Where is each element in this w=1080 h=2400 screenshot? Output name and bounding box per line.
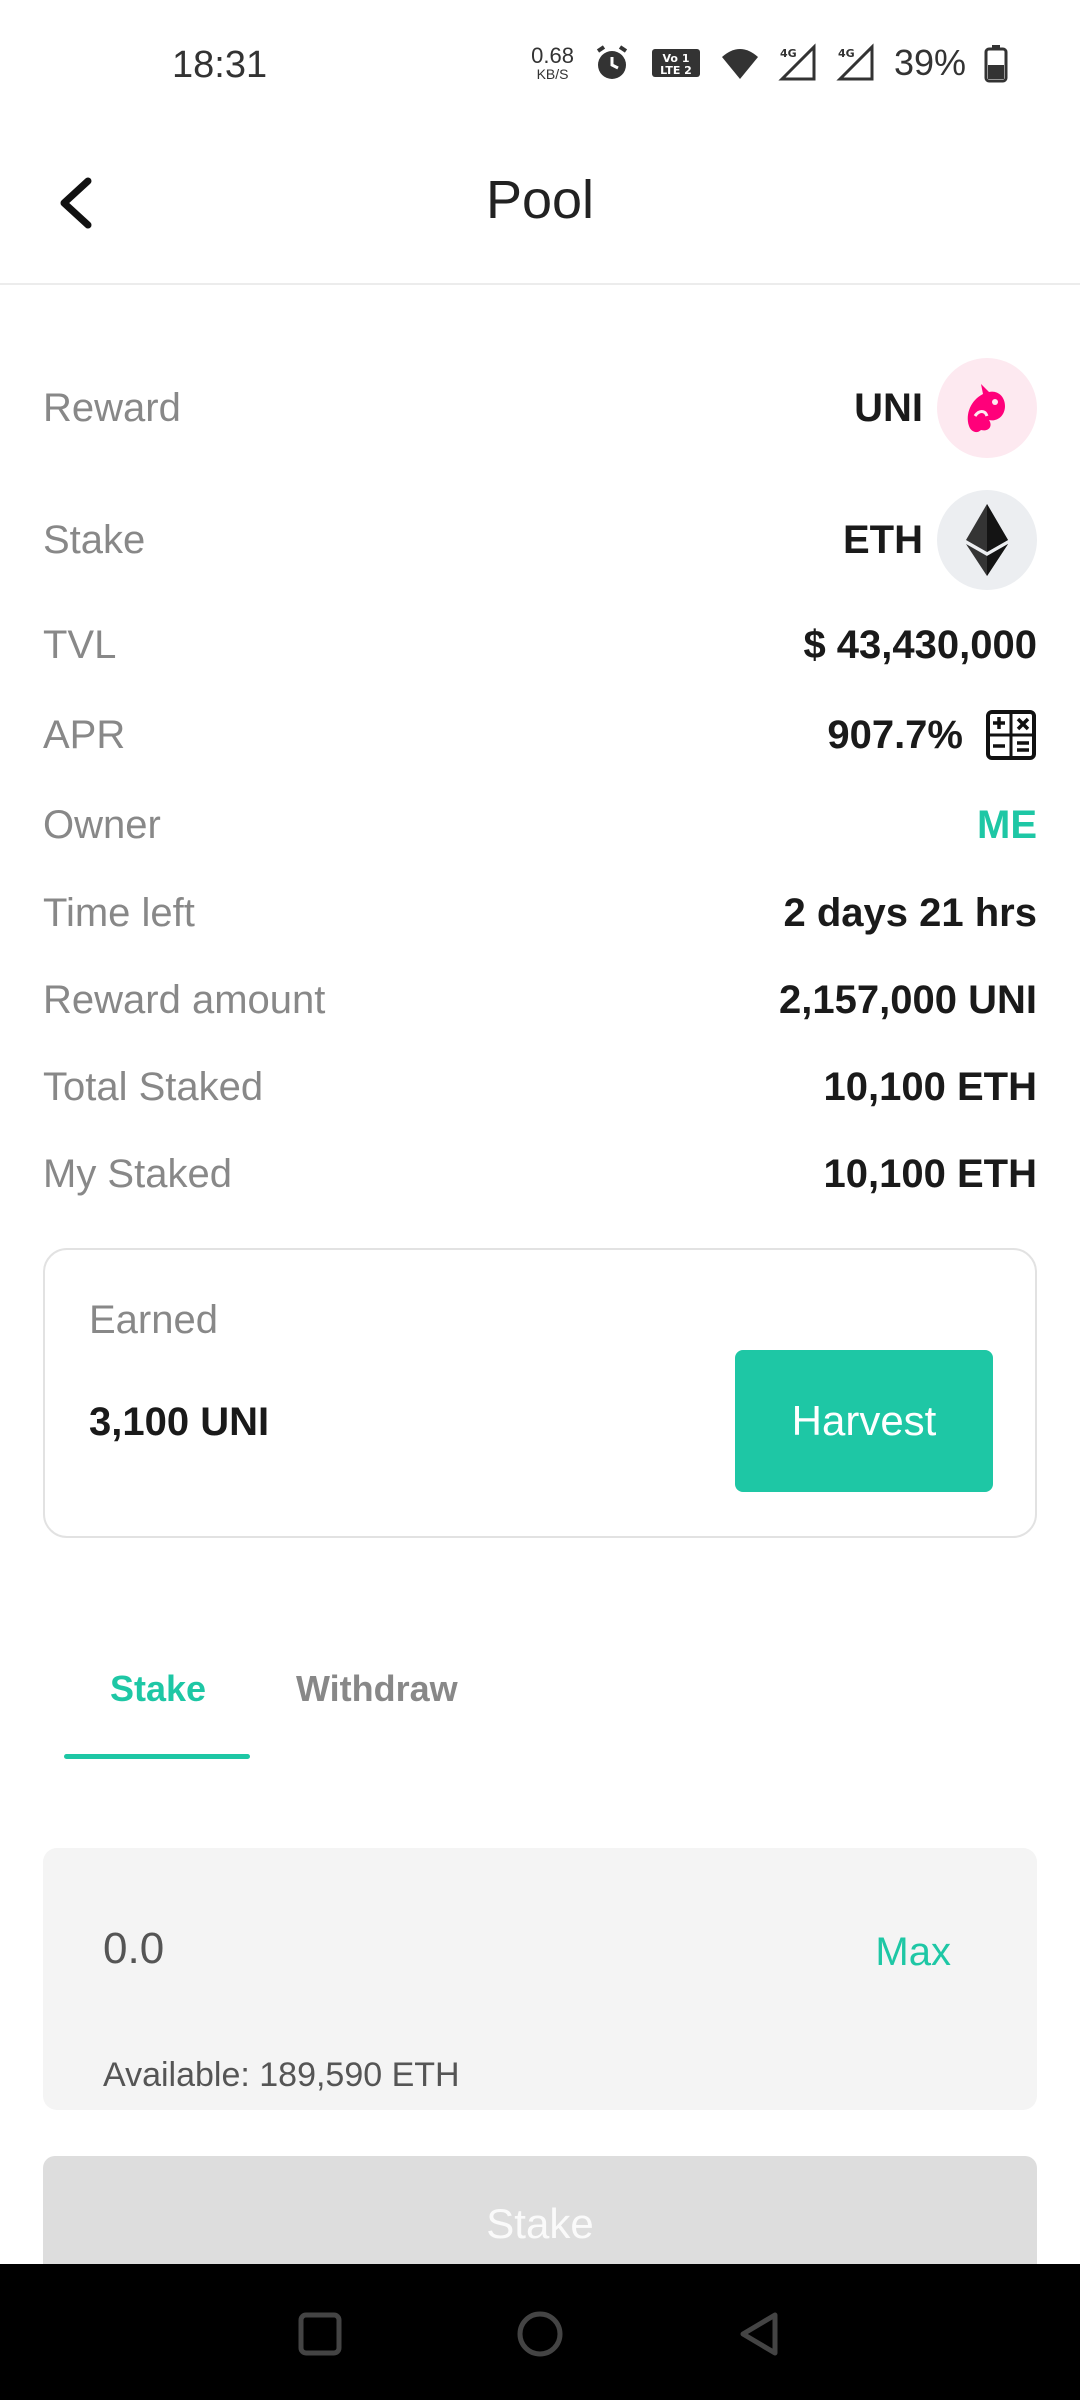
signal-4g-2-icon: 4G bbox=[836, 43, 874, 81]
header: Pool bbox=[0, 120, 1080, 285]
reward-value: UNI bbox=[854, 358, 1037, 458]
reward-label: Reward bbox=[43, 385, 181, 430]
stake-value: ETH bbox=[843, 490, 1037, 590]
stake-token-symbol: ETH bbox=[843, 517, 923, 562]
status-icons: 0.68 KB/S Vo 1 LTE 2 4G 4G 39% bbox=[531, 42, 1008, 84]
reward-token-symbol: UNI bbox=[854, 385, 923, 430]
available-balance: Available: 189,590 ETH bbox=[103, 2056, 460, 2094]
status-time: 18:31 bbox=[172, 44, 268, 86]
battery-percent: 39% bbox=[893, 42, 966, 83]
svg-text:4G: 4G bbox=[780, 47, 797, 60]
volte-icon: Vo 1 LTE 2 bbox=[651, 49, 700, 77]
stake-label: Stake bbox=[43, 517, 146, 562]
reward-amount-row: Reward amount 2,157,000 UNI bbox=[43, 970, 1037, 1030]
battery-icon bbox=[984, 45, 1008, 83]
svg-text:4G: 4G bbox=[838, 47, 855, 60]
ethereum-icon bbox=[937, 490, 1037, 590]
apr-percent: 907.7% bbox=[827, 712, 963, 757]
svg-text:LTE 2: LTE 2 bbox=[660, 64, 692, 77]
square-icon bbox=[298, 2312, 342, 2356]
max-button[interactable]: Max bbox=[875, 1930, 951, 1975]
my-staked-label: My Staked bbox=[43, 1151, 232, 1196]
harvest-button[interactable]: Harvest bbox=[735, 1350, 993, 1492]
total-staked-value: 10,100 ETH bbox=[823, 1064, 1037, 1109]
triangle-back-icon bbox=[740, 2312, 778, 2356]
nav-back-button[interactable] bbox=[730, 2304, 790, 2364]
tvl-label: TVL bbox=[43, 622, 117, 667]
apr-row: APR 907.7% bbox=[43, 705, 1037, 765]
time-left-value: 2 days 21 hrs bbox=[783, 890, 1038, 935]
apr-value: 907.7% bbox=[827, 709, 1037, 761]
my-staked-value: 10,100 ETH bbox=[823, 1151, 1037, 1196]
amount-box: Max Available: 189,590 ETH bbox=[43, 1848, 1037, 2110]
circle-icon bbox=[517, 2311, 563, 2357]
stake-button[interactable]: Stake bbox=[43, 2156, 1037, 2266]
reward-amount-label: Reward amount bbox=[43, 977, 326, 1022]
earned-label: Earned bbox=[89, 1298, 218, 1342]
owner-value: ME bbox=[977, 802, 1037, 847]
earned-card: Earned 3,100 UNI Harvest bbox=[43, 1248, 1037, 1538]
tab-stake[interactable]: Stake bbox=[110, 1668, 206, 1710]
total-staked-label: Total Staked bbox=[43, 1064, 264, 1109]
owner-row: Owner ME bbox=[43, 795, 1037, 855]
apr-label: APR bbox=[43, 712, 126, 757]
unicorn-icon bbox=[937, 358, 1037, 458]
stake-row: Stake ETH bbox=[43, 485, 1037, 595]
tvl-row: TVL $ 43,430,000 bbox=[43, 615, 1037, 675]
network-speed-value: 0.68 bbox=[531, 43, 574, 68]
time-left-label: Time left bbox=[43, 890, 195, 935]
calculator-icon[interactable] bbox=[985, 709, 1037, 761]
page-title: Pool bbox=[485, 170, 595, 230]
recents-button[interactable] bbox=[290, 2304, 350, 2364]
alarm-icon bbox=[596, 45, 628, 79]
reward-amount-value: 2,157,000 UNI bbox=[779, 977, 1037, 1022]
signal-4g-icon: 4G bbox=[778, 43, 816, 81]
my-staked-row: My Staked 10,100 ETH bbox=[43, 1144, 1037, 1204]
owner-label: Owner bbox=[43, 802, 161, 847]
total-staked-row: Total Staked 10,100 ETH bbox=[43, 1057, 1037, 1117]
amount-input[interactable] bbox=[103, 1924, 703, 1974]
earned-value: 3,100 UNI bbox=[89, 1400, 270, 1444]
tvl-value: $ 43,430,000 bbox=[803, 622, 1037, 667]
tab-withdraw[interactable]: Withdraw bbox=[296, 1668, 458, 1710]
stake-withdraw-tabs: Stake Withdraw bbox=[64, 1650, 864, 1762]
network-speed: 0.68 KB/S bbox=[531, 43, 574, 82]
reward-row: Reward UNI bbox=[43, 353, 1037, 463]
home-button[interactable] bbox=[510, 2304, 570, 2364]
network-speed-unit: KB/S bbox=[536, 66, 569, 82]
time-left-row: Time left 2 days 21 hrs bbox=[43, 883, 1037, 943]
active-tab-indicator bbox=[64, 1754, 250, 1759]
system-nav-bar bbox=[0, 2264, 1080, 2400]
wifi-icon bbox=[721, 49, 758, 79]
status-bar: 18:31 0.68 KB/S Vo 1 LTE 2 4G 4G 39% bbox=[0, 0, 1080, 120]
